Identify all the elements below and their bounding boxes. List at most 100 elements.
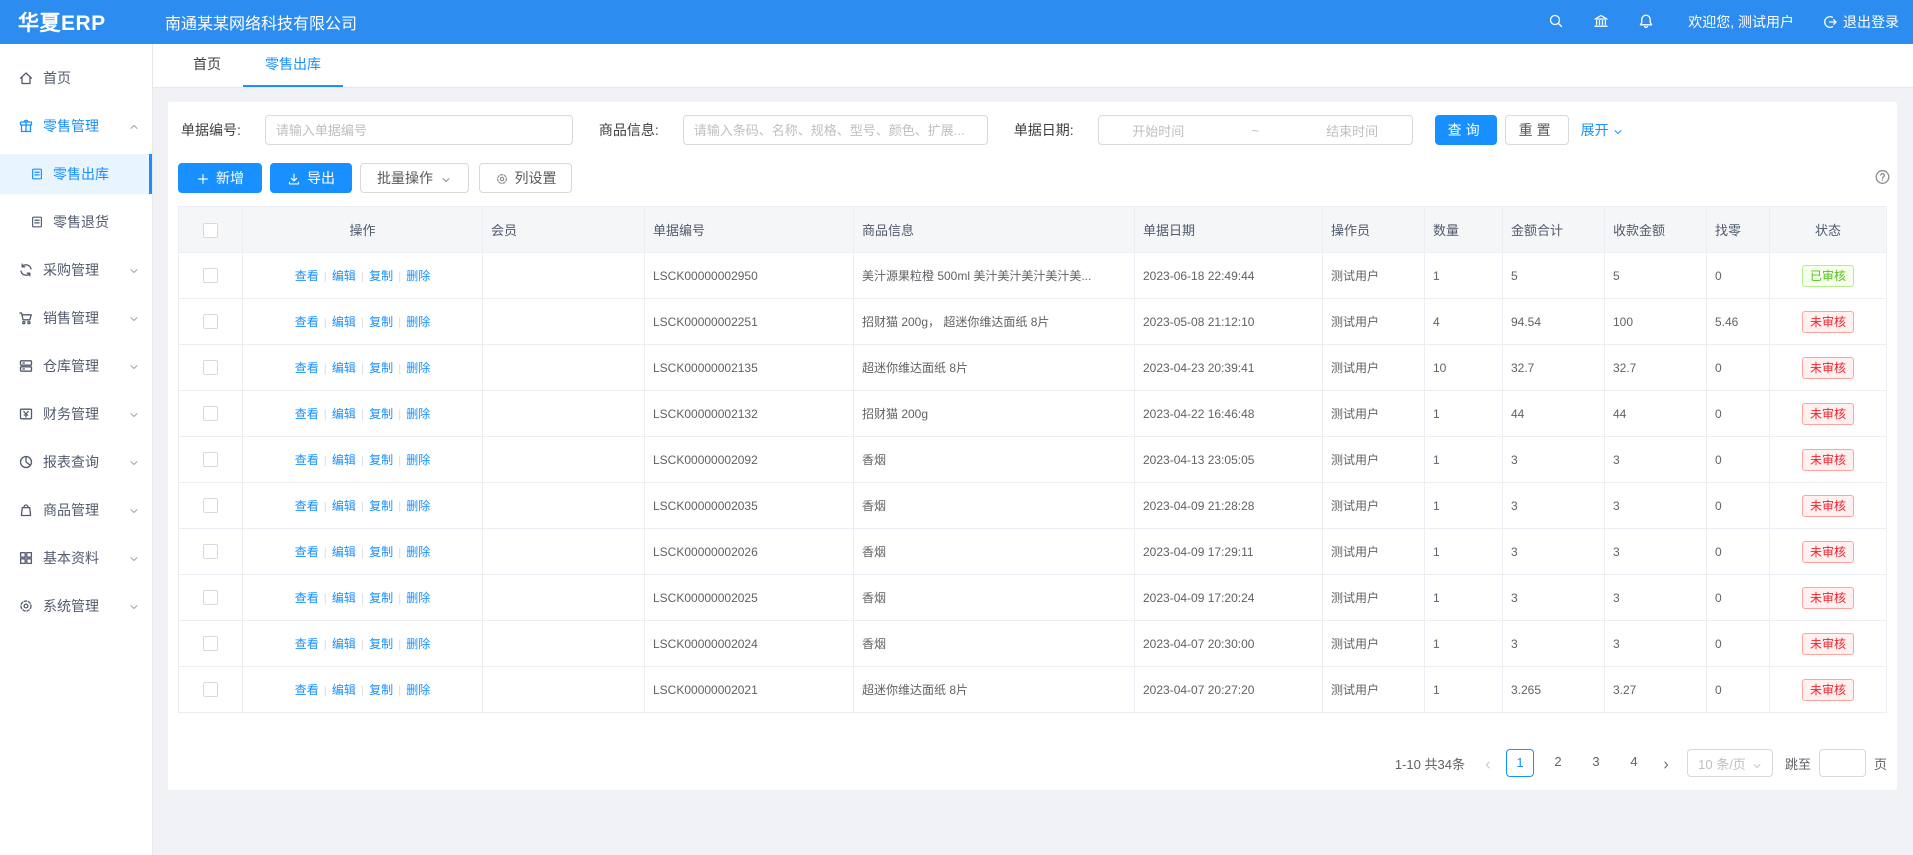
row-action-编辑[interactable]: 编辑 [332, 315, 356, 329]
row-action-编辑[interactable]: 编辑 [332, 683, 356, 697]
batch-actions-button[interactable]: 批量操作 [360, 163, 469, 193]
row-action-编辑[interactable]: 编辑 [332, 361, 356, 375]
page-number-4[interactable]: 4 [1620, 749, 1648, 777]
cell-member [483, 667, 645, 713]
row-action-编辑[interactable]: 编辑 [332, 407, 356, 421]
row-checkbox[interactable] [203, 314, 218, 329]
row-action-查看[interactable]: 查看 [295, 453, 319, 467]
row-checkbox[interactable] [203, 682, 218, 697]
action-separator: | [361, 315, 364, 329]
profile-icon [30, 167, 44, 181]
jump-page-input[interactable] [1819, 749, 1866, 777]
help-icon[interactable] [1873, 169, 1892, 188]
row-action-删除[interactable]: 删除 [406, 361, 430, 375]
row-action-删除[interactable]: 删除 [406, 637, 430, 651]
date-range-input[interactable]: 开始时间 ~ 结束时间 [1098, 115, 1413, 145]
row-checkbox[interactable] [203, 360, 218, 375]
sidebar-item-财务管理[interactable]: 财务管理 [0, 394, 152, 434]
row-action-查看[interactable]: 查看 [295, 361, 319, 375]
sidebar-item-报表查询[interactable]: 报表查询 [0, 442, 152, 482]
sidebar-item-label: 采购管理 [43, 260, 128, 280]
row-action-删除[interactable]: 删除 [406, 453, 430, 467]
row-action-复制[interactable]: 复制 [369, 545, 393, 559]
column-settings-button[interactable]: 列设置 [479, 163, 572, 193]
row-checkbox[interactable] [203, 406, 218, 421]
cell-qty: 1 [1425, 391, 1503, 437]
sidebar-item-零售出库[interactable]: 零售出库 [0, 154, 152, 194]
sidebar-item-首页[interactable]: 首页 [0, 58, 152, 98]
sidebar-item-label: 首页 [43, 68, 140, 88]
row-action-删除[interactable]: 删除 [406, 407, 430, 421]
next-page-button[interactable] [1653, 749, 1679, 777]
row-checkbox[interactable] [203, 268, 218, 283]
bank-icon[interactable] [1592, 13, 1610, 31]
row-action-删除[interactable]: 删除 [406, 269, 430, 283]
row-action-复制[interactable]: 复制 [369, 361, 393, 375]
row-action-复制[interactable]: 复制 [369, 407, 393, 421]
row-action-查看[interactable]: 查看 [295, 591, 319, 605]
row-action-编辑[interactable]: 编辑 [332, 591, 356, 605]
row-action-编辑[interactable]: 编辑 [332, 637, 356, 651]
sidebar-item-采购管理[interactable]: 采购管理 [0, 250, 152, 290]
cell-paid: 100 [1605, 299, 1707, 345]
row-action-查看[interactable]: 查看 [295, 407, 319, 421]
sidebar-item-零售退货[interactable]: 零售退货 [0, 202, 152, 242]
row-action-编辑[interactable]: 编辑 [332, 269, 356, 283]
sidebar-item-基本资料[interactable]: 基本资料 [0, 538, 152, 578]
row-action-复制[interactable]: 复制 [369, 637, 393, 651]
export-button[interactable]: 导出 [270, 163, 352, 193]
row-action-删除[interactable]: 删除 [406, 315, 430, 329]
row-action-复制[interactable]: 复制 [369, 315, 393, 329]
column-header-操作: 操作 [243, 207, 483, 253]
row-action-删除[interactable]: 删除 [406, 499, 430, 513]
row-action-查看[interactable]: 查看 [295, 269, 319, 283]
row-checkbox[interactable] [203, 498, 218, 513]
sidebar-item-仓库管理[interactable]: 仓库管理 [0, 346, 152, 386]
row-action-复制[interactable]: 复制 [369, 499, 393, 513]
page-number-2[interactable]: 2 [1544, 749, 1572, 777]
expand-link[interactable]: 展开 [1581, 120, 1624, 140]
row-action-删除[interactable]: 删除 [406, 683, 430, 697]
page-number-3[interactable]: 3 [1582, 749, 1610, 777]
sidebar-item-商品管理[interactable]: 商品管理 [0, 490, 152, 530]
tab-零售出库[interactable]: 零售出库 [243, 44, 343, 87]
row-action-复制[interactable]: 复制 [369, 591, 393, 605]
sidebar-item-销售管理[interactable]: 销售管理 [0, 298, 152, 338]
row-checkbox[interactable] [203, 636, 218, 651]
cell-member [483, 575, 645, 621]
row-action-复制[interactable]: 复制 [369, 453, 393, 467]
row-action-查看[interactable]: 查看 [295, 499, 319, 513]
add-button[interactable]: 新增 [178, 163, 262, 193]
row-action-查看[interactable]: 查看 [295, 315, 319, 329]
logout-button[interactable]: 退出登录 [1822, 12, 1899, 32]
row-action-查看[interactable]: 查看 [295, 545, 319, 559]
page-number-1[interactable]: 1 [1506, 749, 1534, 777]
sidebar-item-零售管理[interactable]: 零售管理 [0, 106, 152, 146]
sidebar-item-系统管理[interactable]: 系统管理 [0, 586, 152, 626]
search-button[interactable]: 查询 [1435, 115, 1497, 145]
row-action-编辑[interactable]: 编辑 [332, 453, 356, 467]
row-checkbox[interactable] [203, 452, 218, 467]
prev-page-button[interactable] [1475, 749, 1501, 777]
select-all-checkbox[interactable] [203, 223, 218, 238]
row-action-删除[interactable]: 删除 [406, 545, 430, 559]
bill-no-input[interactable] [265, 115, 573, 145]
cell-member [483, 253, 645, 299]
row-action-查看[interactable]: 查看 [295, 683, 319, 697]
cell-operator: 测试用户 [1323, 483, 1425, 529]
row-action-删除[interactable]: 删除 [406, 591, 430, 605]
tab-首页[interactable]: 首页 [171, 44, 243, 87]
row-checkbox[interactable] [203, 544, 218, 559]
reset-button[interactable]: 重置 [1505, 115, 1569, 145]
row-action-复制[interactable]: 复制 [369, 269, 393, 283]
cell-member [483, 621, 645, 667]
search-icon[interactable] [1547, 13, 1565, 31]
bell-icon[interactable] [1637, 13, 1655, 31]
page-size-select[interactable]: 10 条/页 [1687, 749, 1773, 777]
row-checkbox[interactable] [203, 590, 218, 605]
row-action-复制[interactable]: 复制 [369, 683, 393, 697]
product-info-input[interactable] [683, 115, 988, 145]
row-action-查看[interactable]: 查看 [295, 637, 319, 651]
row-action-编辑[interactable]: 编辑 [332, 499, 356, 513]
row-action-编辑[interactable]: 编辑 [332, 545, 356, 559]
